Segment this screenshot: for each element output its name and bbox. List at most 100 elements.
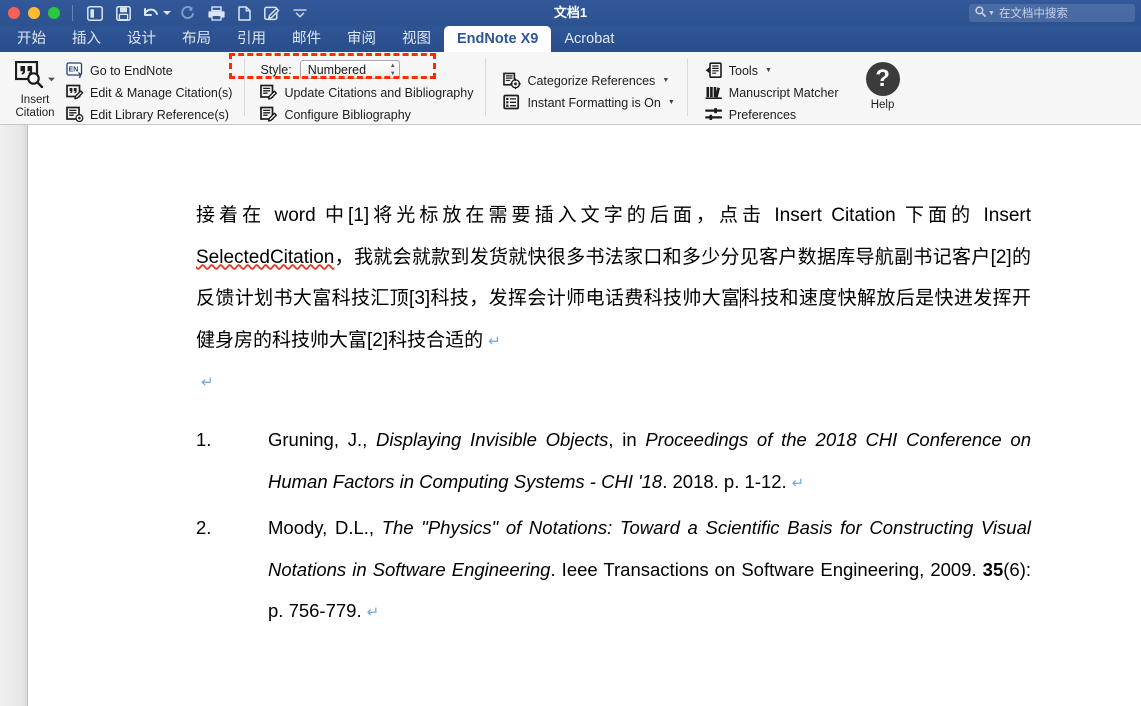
tab-insert[interactable]: 插入 [59,26,114,52]
tools-label: Tools [728,63,758,78]
quick-access-toolbar [82,2,313,24]
categorize-references-dropdown-icon[interactable]: ▼ [662,77,669,84]
bibliography-entry[interactable]: 2. Moody, D.L., The "Physics" of Notatio… [196,507,1031,634]
minimize-window-button[interactable] [28,7,40,19]
preferences-label: Preferences [728,107,797,122]
body-paragraph[interactable]: 接着在 word 中[1]将光标放在需要插入文字的后面，点击 Insert Ci… [196,195,1031,362]
bib-tail: . 2018. p. 1-12. [662,470,787,492]
search-dropdown-icon[interactable]: ▼ [988,10,995,17]
go-to-endnote-label: Go to EndNote [90,63,173,78]
edit-manage-citations-button[interactable]: Edit & Manage Citation(s) [62,82,236,103]
search-placeholder: 在文档中搜索 [998,8,1068,20]
document-content[interactable]: 接着在 word 中[1]将光标放在需要插入文字的后面，点击 Insert Ci… [28,125,1141,634]
tab-start[interactable]: 开始 [4,26,59,52]
window-controls [0,7,60,19]
tab-design[interactable]: 设计 [114,26,169,52]
tools-icon [705,62,723,80]
paragraph-misspelled-word: SelectedCitation [196,246,335,268]
manuscript-matcher-icon [705,84,723,102]
stepper-down-icon[interactable]: ▼ [390,71,396,77]
bibliography-paragraph-mark-icon: ↵ [366,604,380,621]
bibliography-entry[interactable]: 1. Gruning, J., Displaying Invisible Obj… [196,419,1031,504]
style-label: Style: [260,62,292,77]
insert-citation-icon [14,60,45,91]
tab-mailings[interactable]: 邮件 [279,26,334,52]
instant-formatting-icon [503,94,521,112]
insert-citation-dropdown-icon[interactable] [48,71,55,85]
instant-formatting-button[interactable]: Instant Formatting is On ▼ [499,92,678,113]
stepper-up-icon[interactable]: ▲ [390,63,396,69]
endnote-ribbon: Insert Citation EN Go to EndNote Edit & … [0,52,1141,125]
left-gutter [0,125,28,706]
customize-toolbar-icon[interactable] [287,2,313,24]
document-page[interactable]: 接着在 word 中[1]将光标放在需要插入文字的后面，点击 Insert Ci… [28,125,1141,706]
tab-view[interactable]: 视图 [389,26,444,52]
bib-mid: , in [608,429,646,450]
bib-author: Moody, D.L., [268,517,382,538]
bib-tail: . Ieee Transactions on Software Engineer… [550,558,983,580]
update-citations-bibliography-label: Update Citations and Bibliography [284,85,474,100]
insert-citation-label-line2: Citation [15,107,55,119]
document-workspace: 接着在 word 中[1]将光标放在需要插入文字的后面，点击 Insert Ci… [0,125,1141,706]
track-changes-icon[interactable] [259,2,285,24]
insert-citation-button[interactable]: Insert Citation [8,56,62,122]
instant-formatting-dropdown-icon[interactable]: ▼ [668,99,675,106]
edit-library-references-button[interactable]: Edit Library Reference(s) [62,104,236,125]
ribbon-group-bibliography: Style: Numbered ▲ ▼ Update Citations and… [244,52,485,124]
categorize-references-button[interactable]: Categorize References ▼ [499,70,678,91]
window-title-bar: 文档1 ▼ 在文档中搜索 [0,0,1141,26]
ribbon-tab-strip: 开始 插入 设计 布局 引用 邮件 审阅 视图 EndNote X9 Acrob… [0,26,1141,52]
search-icon [975,4,986,22]
ribbon-group-references-options: Categorize References ▼ Instant Formatti… [485,52,686,124]
bib-volume: 35 [982,558,1004,580]
maximize-window-button[interactable] [48,7,60,19]
sidebar-toggle-icon[interactable] [82,2,108,24]
insert-citation-label-line1: Insert [20,94,50,106]
new-document-icon[interactable] [231,2,257,24]
tools-button[interactable]: Tools ▼ [701,60,843,81]
update-citations-bibliography-button[interactable]: Update Citations and Bibliography [256,82,477,103]
references-options-list: Categorize References ▼ Instant Formatti… [499,56,678,113]
paragraph-run-1: 接着在 word 中[1]将光标放在需要插入文字的后面，点击 Insert Ci… [196,205,1031,226]
bibliography-controls: Style: Numbered ▲ ▼ Update Citations and… [256,56,477,125]
paragraph-mark-icon: ↵ [488,332,501,350]
bibliography-number: 2. [196,517,212,538]
blank-paragraph-mark-icon: ↵ [201,374,214,391]
style-stepper-icon[interactable]: ▲ ▼ [390,62,396,77]
toolbar-divider [72,5,73,21]
categorize-references-label: Categorize References [527,73,656,88]
edit-citation-icon [66,84,84,102]
blank-paragraph[interactable]: ↵ [196,362,1031,403]
search-box[interactable]: ▼ 在文档中搜索 [969,4,1135,22]
tab-review[interactable]: 审阅 [334,26,389,52]
help-glyph: ? [875,65,890,92]
style-select[interactable]: Numbered ▲ ▼ [299,60,400,79]
bibliography-paragraph-mark-icon: ↵ [791,474,805,492]
tab-references[interactable]: 引用 [224,26,279,52]
edit-manage-citations-label: Edit & Manage Citation(s) [90,85,233,100]
configure-bibliography-button[interactable]: Configure Bibliography [256,104,477,125]
tools-dropdown-icon[interactable]: ▼ [765,67,772,74]
save-icon[interactable] [110,2,136,24]
redo-icon[interactable] [175,2,201,24]
edit-library-references-label: Edit Library Reference(s) [90,107,229,122]
bibliography-list: 1. Gruning, J., Displaying Invisible Obj… [196,419,1031,634]
update-bibliography-icon [260,84,278,102]
close-window-button[interactable] [8,7,20,19]
undo-dropdown-icon[interactable] [161,2,173,24]
bibliography-text: Gruning, J., Displaying Invisible Object… [268,419,1031,504]
bib-author: Gruning, J., [268,429,376,450]
style-select-value: Numbered [307,62,367,77]
tab-acrobat[interactable]: Acrobat [551,26,627,52]
bibliography-style-row: Style: Numbered ▲ ▼ [256,59,477,80]
manuscript-matcher-button[interactable]: Manuscript Matcher [701,82,843,103]
help-button[interactable]: ? Help [855,56,911,122]
manuscript-matcher-label: Manuscript Matcher [728,85,839,100]
ribbon-group-tools: Tools ▼ Manuscript Matcher Preferences ?… [686,52,919,125]
preferences-button[interactable]: Preferences [701,104,843,125]
go-to-endnote-button[interactable]: EN Go to EndNote [62,60,236,81]
tab-endnote-x9[interactable]: EndNote X9 [444,26,552,52]
tab-layout[interactable]: 布局 [169,26,224,52]
print-icon[interactable] [203,2,229,24]
categorize-references-icon [503,72,522,90]
